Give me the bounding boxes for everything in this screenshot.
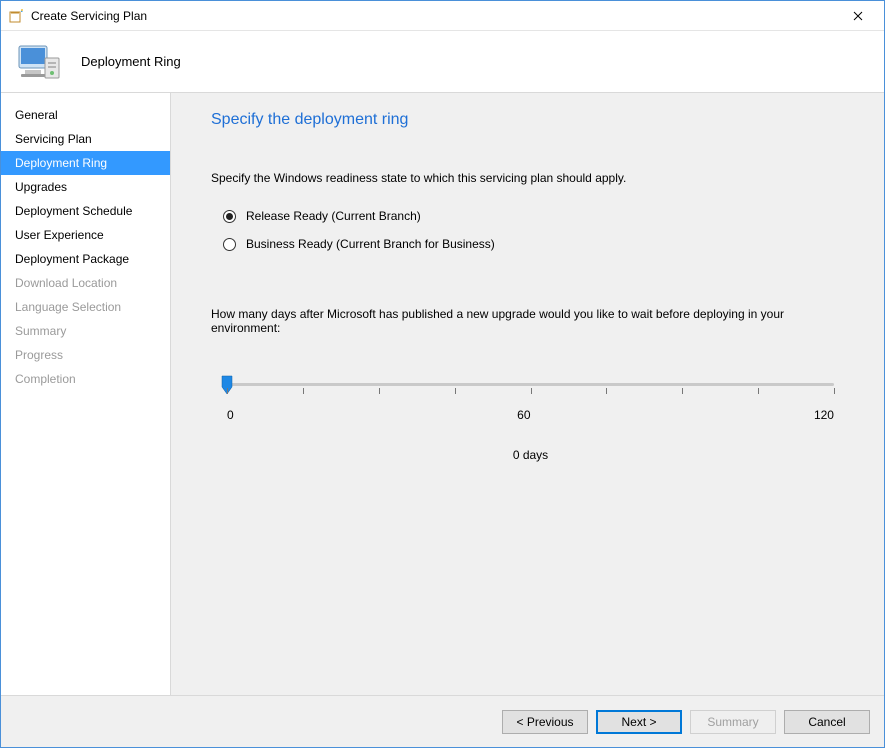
sidebar: General Servicing Plan Deployment Ring U… (1, 93, 171, 695)
slider-ticks (227, 388, 834, 396)
slider-max-label: 120 (814, 408, 834, 422)
sidebar-item-deployment-ring[interactable]: Deployment Ring (1, 151, 170, 175)
page-title: Specify the deployment ring (211, 111, 850, 129)
radio-label: Business Ready (Current Branch for Busin… (246, 237, 495, 251)
page-description: Specify the Windows readiness state to w… (211, 171, 850, 185)
slider-min-label: 0 (227, 408, 234, 422)
next-button[interactable]: Next > (596, 710, 682, 734)
slider-value-label: 0 days (221, 448, 840, 462)
delay-slider[interactable]: 0 60 120 0 days (221, 383, 840, 462)
sidebar-item-servicing-plan[interactable]: Servicing Plan (1, 127, 170, 151)
sidebar-item-deployment-package[interactable]: Deployment Package (1, 247, 170, 271)
slider-scale-labels: 0 60 120 (227, 408, 834, 422)
header-title: Deployment Ring (81, 54, 181, 69)
slider-mid-label: 60 (517, 408, 530, 422)
previous-button[interactable]: < Previous (502, 710, 588, 734)
sidebar-item-user-experience[interactable]: User Experience (1, 223, 170, 247)
titlebar: Create Servicing Plan (1, 1, 884, 31)
content-pane: Specify the deployment ring Specify the … (171, 93, 884, 695)
radio-business-ready[interactable]: Business Ready (Current Branch for Busin… (223, 237, 850, 251)
summary-button: Summary (690, 710, 776, 734)
slider-track[interactable] (227, 383, 834, 386)
close-button[interactable] (835, 1, 880, 30)
delay-question: How many days after Microsoft has publis… (211, 307, 850, 335)
radio-icon (223, 238, 236, 251)
window-title: Create Servicing Plan (31, 9, 147, 23)
sidebar-item-summary: Summary (1, 319, 170, 343)
sidebar-item-completion: Completion (1, 367, 170, 391)
sidebar-item-deployment-schedule[interactable]: Deployment Schedule (1, 199, 170, 223)
wizard-header: Deployment Ring (1, 31, 884, 93)
sidebar-item-progress: Progress (1, 343, 170, 367)
wizard-icon (9, 8, 25, 24)
sidebar-item-general[interactable]: General (1, 103, 170, 127)
wizard-body: General Servicing Plan Deployment Ring U… (1, 93, 884, 695)
wizard-footer: < Previous Next > Summary Cancel (1, 695, 884, 747)
radio-icon (223, 210, 236, 223)
cancel-button[interactable]: Cancel (784, 710, 870, 734)
computer-icon (15, 38, 63, 86)
radio-label: Release Ready (Current Branch) (246, 209, 421, 223)
sidebar-item-upgrades[interactable]: Upgrades (1, 175, 170, 199)
sidebar-item-language-selection: Language Selection (1, 295, 170, 319)
radio-release-ready[interactable]: Release Ready (Current Branch) (223, 209, 850, 223)
sidebar-item-download-location: Download Location (1, 271, 170, 295)
